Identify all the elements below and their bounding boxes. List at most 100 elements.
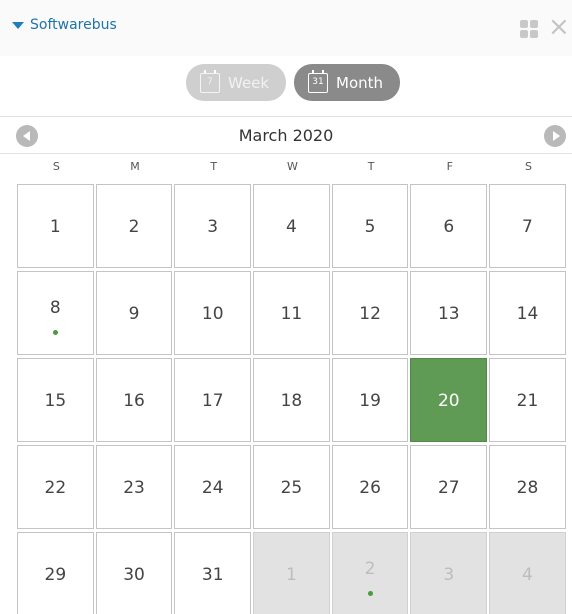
calendar-week-icon: 7 (200, 69, 220, 93)
day-number: 9 (128, 304, 140, 324)
day-number: 13 (437, 304, 460, 324)
day-cell[interactable]: 16 (95, 358, 173, 442)
day-number: 7 (522, 217, 533, 237)
day-number: 3 (443, 565, 455, 585)
day-cell[interactable]: 10 (174, 271, 252, 355)
day-number: 19 (359, 391, 381, 411)
day-cell[interactable]: 27 (410, 445, 488, 529)
close-icon[interactable]: × (548, 14, 570, 40)
day-cell-other-month[interactable]: 2 (331, 532, 409, 614)
weekday-label: M (130, 160, 140, 173)
week-row: 22 23 24 25 26 27 28 (17, 445, 569, 532)
day-number: 21 (516, 391, 539, 411)
week-view-button[interactable]: 7 Week (186, 64, 286, 101)
calendar-grid: 1 2 3 4 5 6 7 8 9 10 11 12 13 14 15 16 17 18 19 20 21 22 23 24 2… (17, 184, 569, 614)
week-row: 29 30 31 1 2 3 4 (17, 532, 569, 614)
day-cell[interactable]: 28 (489, 445, 566, 529)
day-number: 31 (201, 565, 224, 585)
event-dot-icon (52, 330, 58, 335)
day-number: 16 (123, 391, 145, 411)
day-cell[interactable]: 9 (95, 271, 173, 355)
day-number: 2 (128, 217, 140, 237)
panel-header: Softwarebus × (0, 0, 572, 56)
day-number: 15 (44, 391, 67, 411)
day-cell[interactable]: 17 (174, 358, 252, 442)
day-cell[interactable]: 18 (253, 358, 330, 442)
day-cell[interactable]: 29 (17, 532, 94, 614)
day-number: 24 (201, 478, 224, 498)
day-number: 23 (123, 478, 145, 498)
day-number: 5 (364, 217, 376, 237)
day-cell-other-month[interactable]: 3 (410, 532, 488, 614)
day-number: 20 (437, 391, 460, 411)
panel-title[interactable]: Softwarebus (30, 17, 117, 33)
grid-icon[interactable] (520, 20, 538, 38)
day-number: 1 (49, 217, 61, 237)
day-cell[interactable]: 12 (331, 271, 409, 355)
week-row: 15 16 17 18 19 20 21 (17, 358, 569, 445)
day-cell[interactable]: 19 (331, 358, 409, 442)
month-view-label: Month (336, 73, 384, 92)
day-number: 26 (359, 478, 381, 498)
day-number: 3 (207, 217, 219, 237)
day-cell-other-month[interactable]: 1 (253, 532, 330, 614)
day-cell[interactable]: 4 (253, 184, 330, 268)
day-cell[interactable]: 15 (17, 358, 94, 442)
day-number: 18 (280, 391, 303, 411)
weekday-label: F (446, 160, 453, 173)
calendar-month-icon: 31 (308, 69, 328, 93)
day-number: 8 (49, 298, 61, 318)
day-cell-today[interactable]: 20 (410, 358, 488, 442)
month-navigation: March 2020 (0, 116, 572, 154)
weekday-label: S (524, 160, 532, 173)
day-number: 14 (516, 304, 539, 324)
weekday-label: W (286, 160, 298, 173)
day-cell-other-month[interactable]: 4 (489, 532, 566, 614)
event-dot-icon (367, 591, 373, 596)
day-number: 25 (280, 478, 303, 498)
day-number: 12 (359, 304, 381, 324)
day-number: 6 (443, 217, 455, 237)
day-cell[interactable]: 1 (17, 184, 94, 268)
day-cell[interactable]: 8 (17, 271, 94, 355)
arrow-right-icon[interactable] (544, 125, 566, 147)
day-cell[interactable]: 23 (95, 445, 173, 529)
day-cell[interactable]: 6 (410, 184, 488, 268)
day-number: 28 (516, 478, 539, 498)
week-view-label: Week (228, 73, 270, 92)
day-number: 10 (201, 304, 224, 324)
weekday-label: S (52, 160, 60, 173)
weekday-header: SMTWTFS (17, 160, 569, 182)
month-title: March 2020 (238, 126, 334, 145)
day-number: 4 (522, 565, 533, 585)
day-number: 1 (285, 565, 297, 585)
day-cell[interactable]: 14 (489, 271, 566, 355)
day-number: 17 (201, 391, 224, 411)
week-row: 8 9 10 11 12 13 14 (17, 271, 569, 358)
day-cell[interactable]: 21 (489, 358, 566, 442)
day-cell[interactable]: 26 (331, 445, 409, 529)
weekday-label: T (210, 160, 218, 173)
week-row: 1 2 3 4 5 6 7 (17, 184, 569, 271)
day-number: 30 (123, 565, 145, 585)
day-cell[interactable]: 11 (253, 271, 330, 355)
day-cell[interactable]: 5 (331, 184, 409, 268)
day-cell[interactable]: 2 (95, 184, 173, 268)
triangle-down-icon[interactable] (12, 22, 24, 29)
month-view-button[interactable]: 31 Month (294, 64, 400, 101)
day-number: 11 (280, 304, 303, 324)
day-cell[interactable]: 31 (174, 532, 252, 614)
day-number: 2 (364, 559, 376, 579)
day-cell[interactable]: 25 (253, 445, 330, 529)
weekday-label: T (367, 160, 375, 173)
day-cell[interactable]: 13 (410, 271, 488, 355)
day-number: 22 (44, 478, 67, 498)
day-cell[interactable]: 22 (17, 445, 94, 529)
day-cell[interactable]: 24 (174, 445, 252, 529)
day-number: 27 (437, 478, 460, 498)
day-cell[interactable]: 30 (95, 532, 173, 614)
day-cell[interactable]: 7 (489, 184, 566, 268)
day-number: 29 (44, 565, 67, 585)
day-cell[interactable]: 3 (174, 184, 252, 268)
day-number: 4 (285, 217, 297, 237)
